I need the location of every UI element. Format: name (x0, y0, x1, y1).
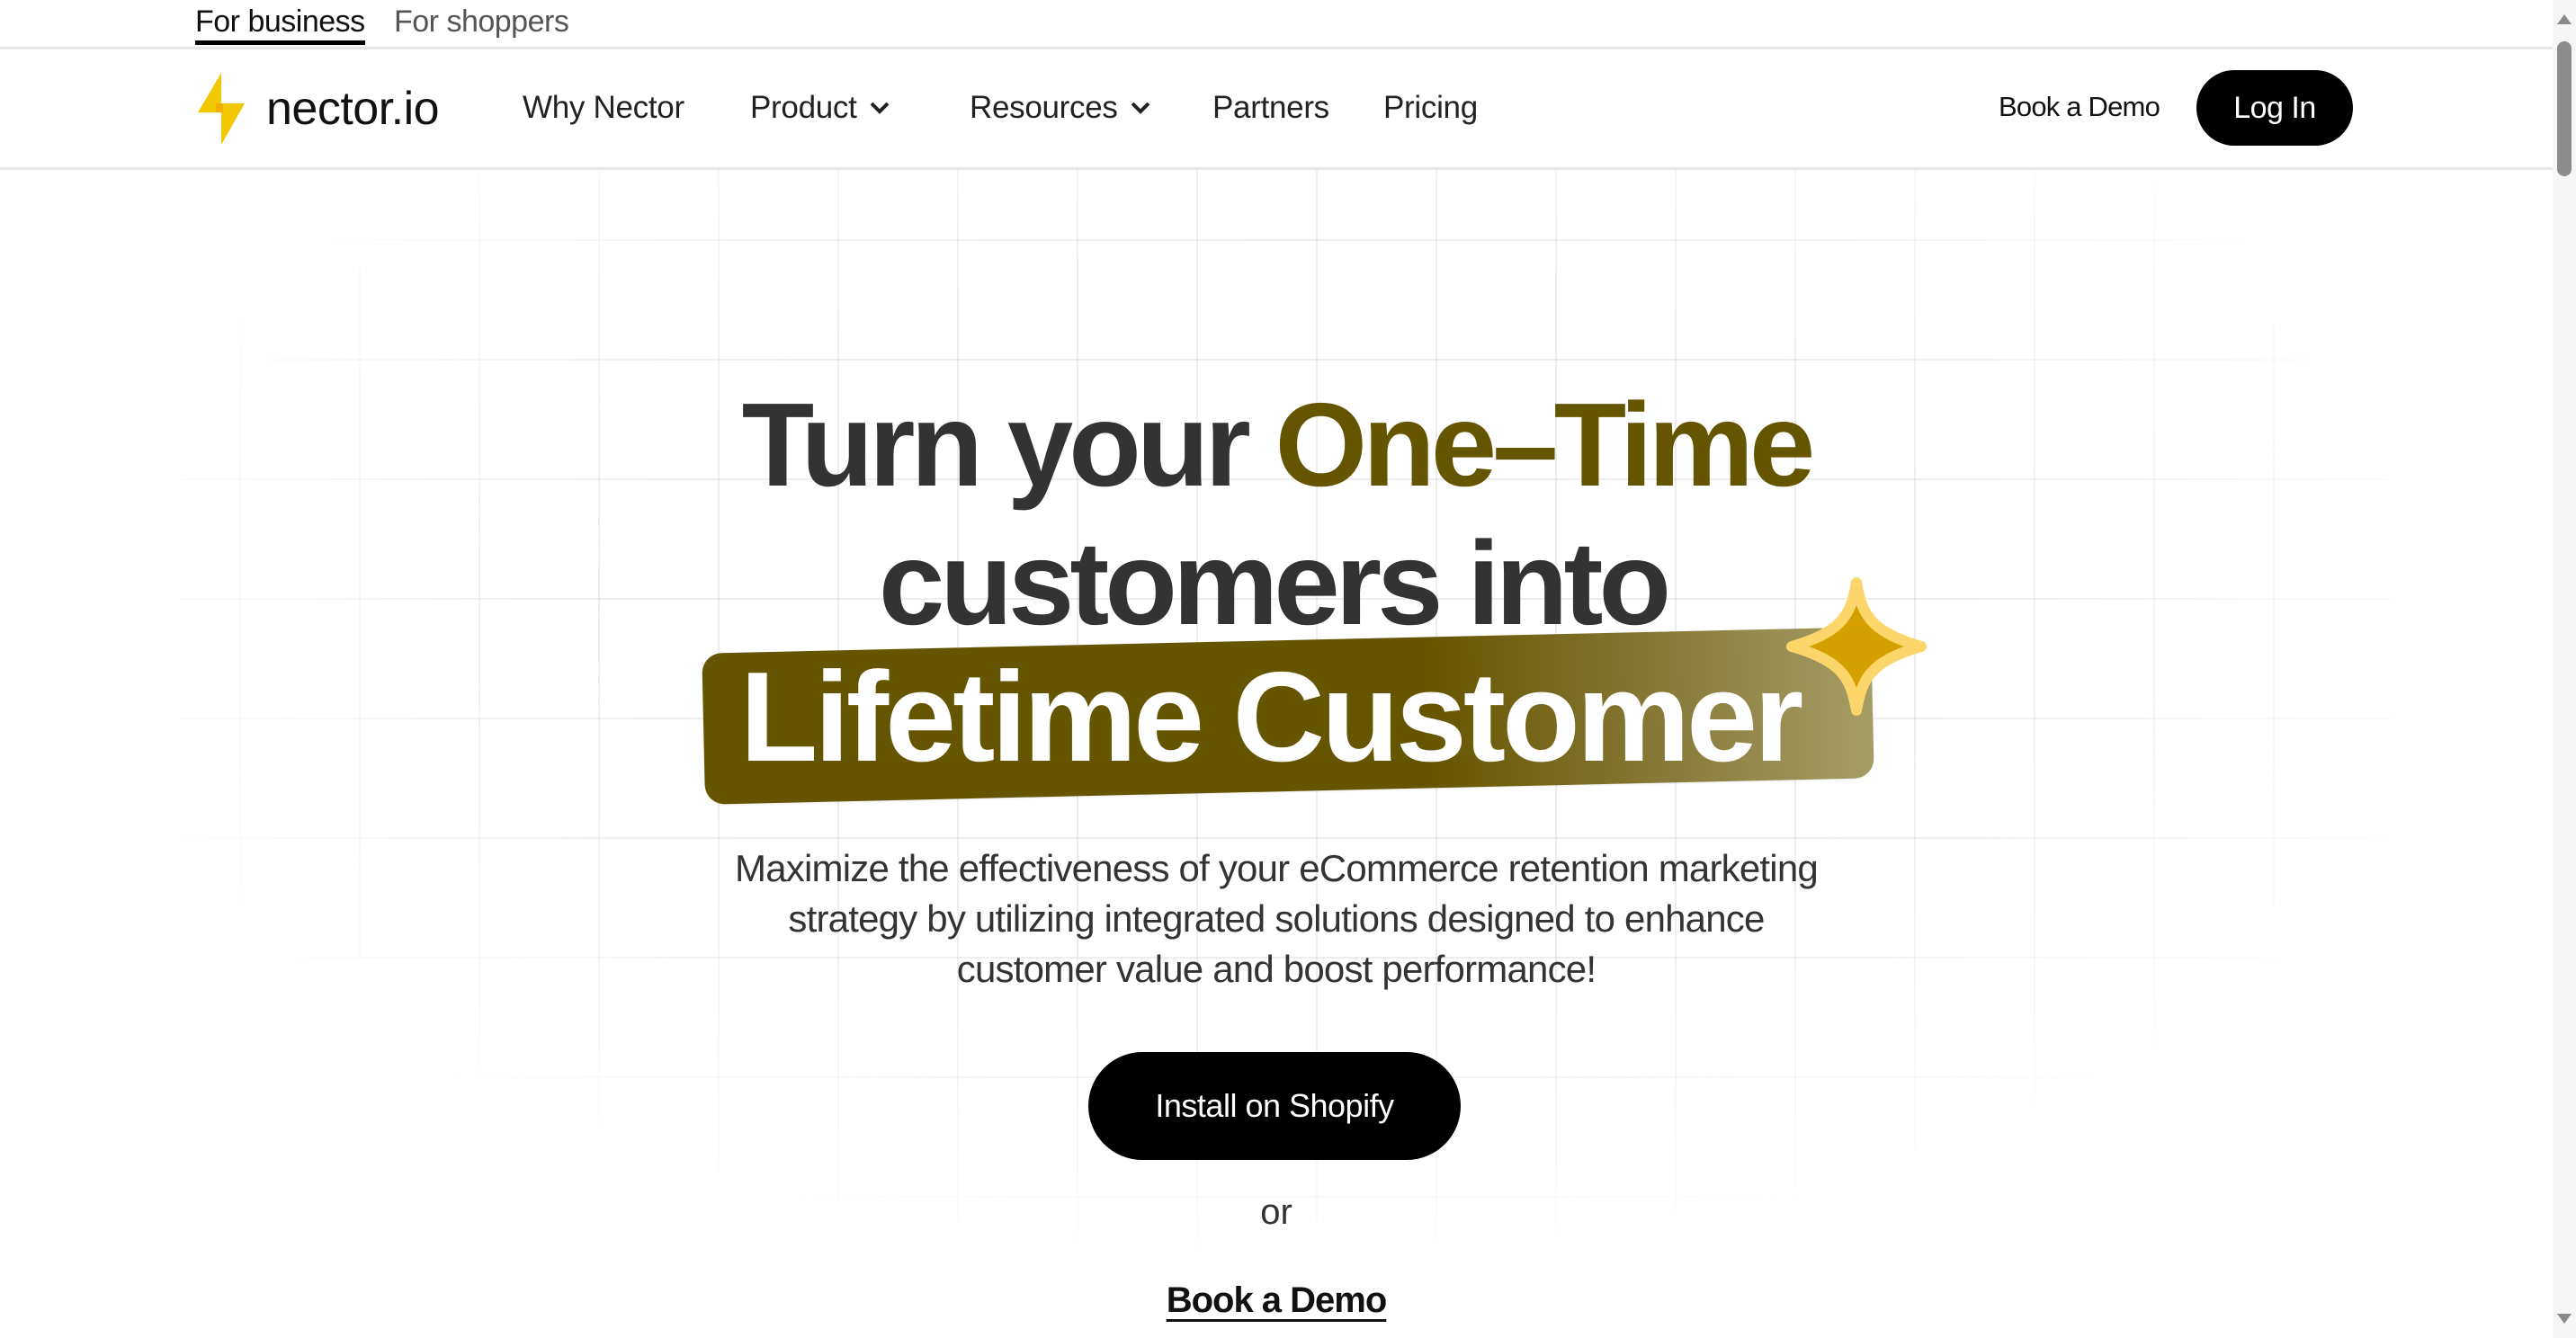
nav-label: Resources (970, 90, 1118, 125)
nav-label: Product (750, 90, 857, 125)
lightning-bolt-icon (198, 73, 245, 145)
sparkle-icon (1786, 577, 1927, 716)
brand-logo[interactable]: nector.io (198, 71, 440, 147)
book-demo-link[interactable]: Book a Demo (1999, 87, 2160, 127)
main-navbar: nector.io Why Nector Product Resources P… (0, 49, 2553, 170)
nav-label: Why Nector (523, 90, 684, 125)
nav-product[interactable]: Product (750, 85, 890, 130)
or-separator: or (1260, 1192, 1292, 1232)
nav-why-nector[interactable]: Why Nector (523, 85, 684, 130)
headline-line-2: customers into (878, 517, 1671, 649)
description-line: customer value and boost performance! (956, 948, 1597, 990)
headline-line-1: Turn your One–Time (0, 378, 2553, 513)
highlight-text: Lifetime Customer (739, 646, 1804, 789)
audience-tabs: For business For shoppers (0, 0, 2553, 49)
nav-label: Pricing (1383, 90, 1478, 125)
vertical-scrollbar[interactable] (2553, 0, 2576, 1338)
tab-for-shoppers[interactable]: For shoppers (394, 0, 569, 44)
nav-partners[interactable]: Partners (1212, 85, 1329, 130)
scroll-down-arrow-icon[interactable] (2557, 1314, 2572, 1324)
hero-section: Turn your One–Time customers into Lifeti… (0, 0, 2553, 1338)
nav-label: Partners (1212, 90, 1329, 125)
book-demo-cta-link[interactable]: Book a Demo (1167, 1280, 1388, 1320)
tab-for-business[interactable]: For business (195, 0, 365, 45)
login-button[interactable]: Log In (2196, 70, 2353, 146)
hero-description: Maximize the effectiveness of your eComm… (0, 843, 2553, 995)
headline-accent: One–Time (1275, 379, 1816, 511)
chevron-down-icon (1131, 102, 1150, 114)
chevron-down-icon (870, 102, 889, 114)
headline-prefix: Turn your (741, 379, 1275, 511)
book-demo-cta: Book a Demo (0, 1280, 2553, 1321)
nav-resources[interactable]: Resources (970, 85, 1150, 130)
nav-pricing[interactable]: Pricing (1383, 85, 1478, 130)
scroll-up-arrow-icon[interactable] (2557, 14, 2572, 24)
description-line: strategy by utilizing integrated solutio… (788, 897, 1765, 940)
brand-name: nector.io (266, 83, 440, 135)
description-line: Maximize the effectiveness of your eComm… (735, 847, 1819, 889)
install-on-shopify-button[interactable]: Install on Shopify (1088, 1052, 1461, 1160)
scrollbar-thumb[interactable] (2557, 41, 2572, 176)
